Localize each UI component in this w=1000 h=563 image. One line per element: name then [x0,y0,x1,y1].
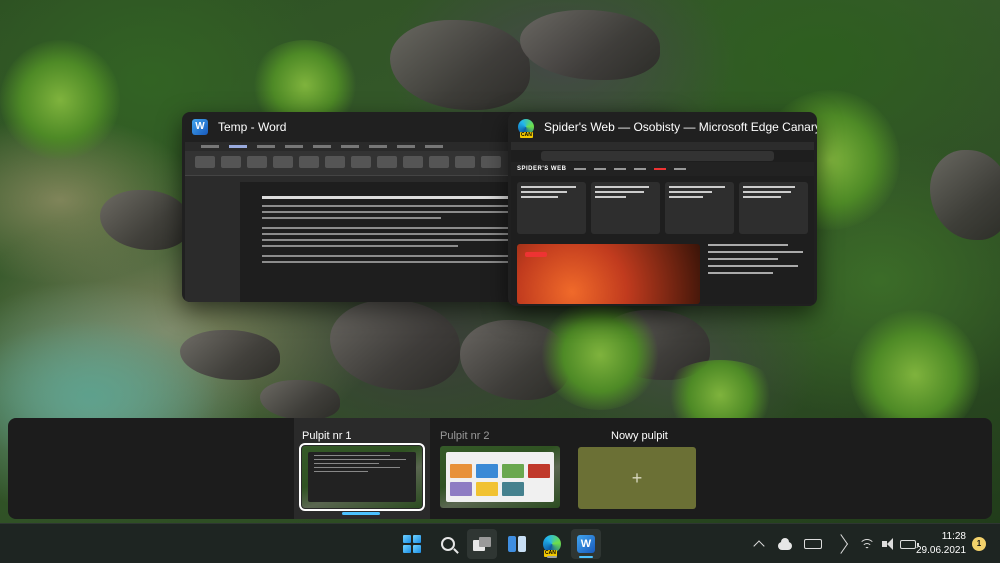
wifi-button[interactable] [858,524,876,563]
location-icon [834,534,848,554]
word-taskbar-button[interactable]: W [571,529,601,559]
desktop-2[interactable]: Pulpit nr 2 [432,418,568,519]
chevron-up-icon [753,540,765,552]
running-indicator [579,556,593,558]
desktop-2-label: Pulpit nr 2 [440,430,490,442]
virtual-desktops-bar: Pulpit nr 1 Pulpit nr 2 Nowy pulpit + [8,418,992,519]
edge-window-titlebar: CAN Spider's Web — Osobisty — Microsoft … [508,112,817,142]
desktop-1-label: Pulpit nr 1 [302,430,352,442]
task-view-button[interactable] [467,529,497,559]
widgets-icon [508,536,526,552]
plus-icon: + [631,467,643,488]
task-view-icon [473,537,491,551]
battery-icon [900,539,919,549]
word-icon [192,119,208,135]
keyboard-icon [804,539,822,549]
show-hidden-icons-button[interactable] [750,524,768,563]
location-button[interactable] [832,524,850,563]
keyboard-button[interactable] [802,524,824,563]
start-button[interactable] [397,529,427,559]
volume-button[interactable] [880,524,898,563]
edge-window-title: Spider's Web — Osobisty — Microsoft Edge… [544,120,817,134]
wifi-icon [859,538,875,550]
edge-canary-icon: CAN [518,119,534,138]
taskbar: CAN W 11:28 29.06.2021 1 [0,523,1000,563]
edge-window-thumbnail: SPIDER'S WEB [511,142,814,304]
onedrive-button[interactable] [776,524,794,563]
start-icon [403,535,421,553]
battery-button[interactable] [898,524,919,563]
edge-window-preview[interactable]: CAN Spider's Web — Osobisty — Microsoft … [508,112,817,306]
onedrive-icon [778,537,792,550]
volume-icon [882,538,896,550]
edge-canary-icon: CAN [543,535,561,557]
active-desktop-indicator [342,512,380,515]
word-icon: W [577,535,595,553]
desktop-1-thumbnail[interactable] [299,443,425,511]
word-window-title: Temp - Word [218,120,287,134]
widgets-button[interactable] [502,529,532,559]
new-desktop-label: Nowy pulpit [611,430,668,442]
search-icon [441,537,455,551]
clock-time: 11:28 [941,531,966,542]
edge-canary-taskbar-button[interactable]: CAN [537,529,567,559]
notification-badge[interactable]: 1 [972,537,986,551]
clock[interactable]: 11:28 29.06.2021 [916,530,966,558]
clock-date: 29.06.2021 [916,545,967,556]
search-button[interactable] [433,529,463,559]
site-logo: SPIDER'S WEB [517,166,567,172]
desktop-1[interactable]: Pulpit nr 1 [294,418,430,519]
new-desktop-button[interactable]: + [578,447,696,509]
desktop-2-thumbnail[interactable] [440,446,560,508]
running-indicator [547,556,557,558]
